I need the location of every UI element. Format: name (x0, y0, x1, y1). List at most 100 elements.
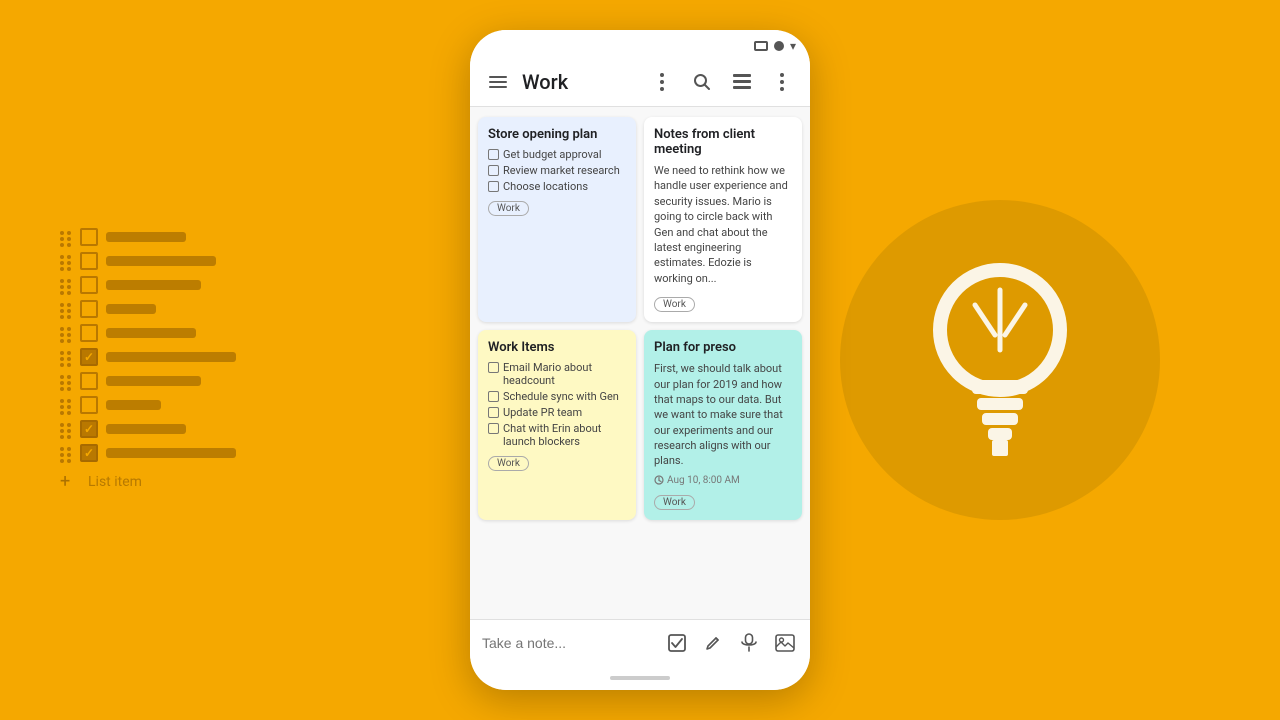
add-label: List item (88, 474, 142, 490)
search-icon (693, 73, 711, 91)
take-note-input[interactable] (482, 635, 664, 651)
checkbox[interactable] (80, 252, 98, 270)
list-row (60, 324, 236, 342)
bar (106, 376, 201, 386)
list-row (60, 252, 236, 270)
layout-icon (733, 74, 751, 90)
left-list: + List item (60, 228, 236, 492)
checklist-item: Email Mario about headcount (488, 361, 626, 387)
list-row (60, 300, 236, 318)
list-row (60, 228, 236, 246)
list-row (60, 348, 236, 366)
mic-icon (740, 633, 758, 653)
note-store-opening[interactable]: Store opening plan Get budget approval R… (478, 117, 636, 322)
menu-button[interactable] (482, 66, 514, 98)
drag-handle (60, 351, 72, 363)
bar (106, 352, 236, 362)
image-button[interactable] (772, 630, 798, 656)
home-bar (610, 676, 670, 680)
drag-handle (60, 279, 72, 291)
note-tag: Work (654, 495, 695, 510)
bar (106, 328, 196, 338)
app-title: Work (522, 70, 638, 94)
checklist-button[interactable] (664, 630, 690, 656)
signal-icon (774, 41, 784, 51)
checkbox[interactable] (80, 228, 98, 246)
list-row (60, 444, 236, 462)
note-client-meeting[interactable]: Notes from client meeting We need to ret… (644, 117, 802, 322)
bar (106, 400, 161, 410)
clock-icon (654, 475, 664, 485)
drag-handle (60, 375, 72, 387)
checklist-item: Review market research (488, 164, 626, 177)
pen-button[interactable] (700, 630, 726, 656)
home-indicator (470, 666, 810, 690)
note-checkbox (488, 407, 499, 418)
note-title: Notes from client meeting (654, 127, 792, 157)
checkbox[interactable] (80, 300, 98, 318)
pen-icon (704, 634, 722, 652)
drag-handle (60, 231, 72, 243)
bar (106, 448, 236, 458)
app-bar: Work (470, 58, 810, 107)
check-box-icon (667, 633, 687, 653)
note-checkbox (488, 362, 499, 373)
bar (106, 280, 201, 290)
more-vert-icon-2 (780, 73, 784, 91)
checkbox[interactable] (80, 372, 98, 390)
checkbox[interactable] (80, 396, 98, 414)
drag-handle (60, 327, 72, 339)
layout-button[interactable] (726, 66, 758, 98)
list-row (60, 276, 236, 294)
mic-button[interactable] (736, 630, 762, 656)
checkbox[interactable] (80, 276, 98, 294)
note-tag: Work (654, 297, 695, 312)
status-bar: ▾ (470, 30, 810, 58)
checkbox-checked[interactable] (80, 348, 98, 366)
lightbulb-icon (910, 250, 1090, 470)
checkbox-checked[interactable] (80, 444, 98, 462)
hamburger-icon (489, 76, 507, 88)
drag-handle (60, 423, 72, 435)
image-icon (775, 634, 795, 652)
note-checkbox (488, 149, 499, 160)
add-icon: + (60, 472, 80, 492)
bar (106, 256, 216, 266)
bar (106, 424, 186, 434)
search-button[interactable] (686, 66, 718, 98)
wifi-icon: ▾ (790, 39, 796, 53)
checklist-item: Choose locations (488, 180, 626, 193)
list-row (60, 420, 236, 438)
note-timestamp: Aug 10, 8:00 AM (654, 475, 792, 486)
note-title: Store opening plan (488, 127, 626, 142)
checklist-item: Schedule sync with Gen (488, 390, 626, 403)
note-work-items[interactable]: Work Items Email Mario about headcount S… (478, 330, 636, 520)
note-plan-preso[interactable]: Plan for preso First, we should talk abo… (644, 330, 802, 520)
add-item-row[interactable]: + List item (60, 472, 236, 492)
phone-frame: ▾ Work (470, 30, 810, 690)
note-title: Plan for preso (654, 340, 792, 355)
note-checkbox (488, 423, 499, 434)
battery-icon (754, 41, 768, 51)
note-checkbox (488, 165, 499, 176)
bottom-bar (470, 619, 810, 666)
timestamp-text: Aug 10, 8:00 AM (667, 475, 740, 486)
app-more-button[interactable] (766, 66, 798, 98)
more-vert-icon (660, 73, 664, 91)
note-body: We need to rethink how we handle user ex… (654, 163, 792, 286)
list-row (60, 372, 236, 390)
list-row (60, 396, 236, 414)
bottom-icons (664, 630, 798, 656)
note-checkbox (488, 181, 499, 192)
more-options-button[interactable] (646, 66, 678, 98)
checklist-item: Update PR team (488, 406, 626, 419)
note-tag: Work (488, 456, 529, 471)
checkbox[interactable] (80, 324, 98, 342)
note-title: Work Items (488, 340, 626, 355)
bar (106, 304, 156, 314)
notes-grid: Store opening plan Get budget approval R… (470, 107, 810, 619)
note-checkbox (488, 391, 499, 402)
note-body: First, we should talk about our plan for… (654, 361, 792, 469)
note-tag: Work (488, 201, 529, 216)
checkbox-checked[interactable] (80, 420, 98, 438)
